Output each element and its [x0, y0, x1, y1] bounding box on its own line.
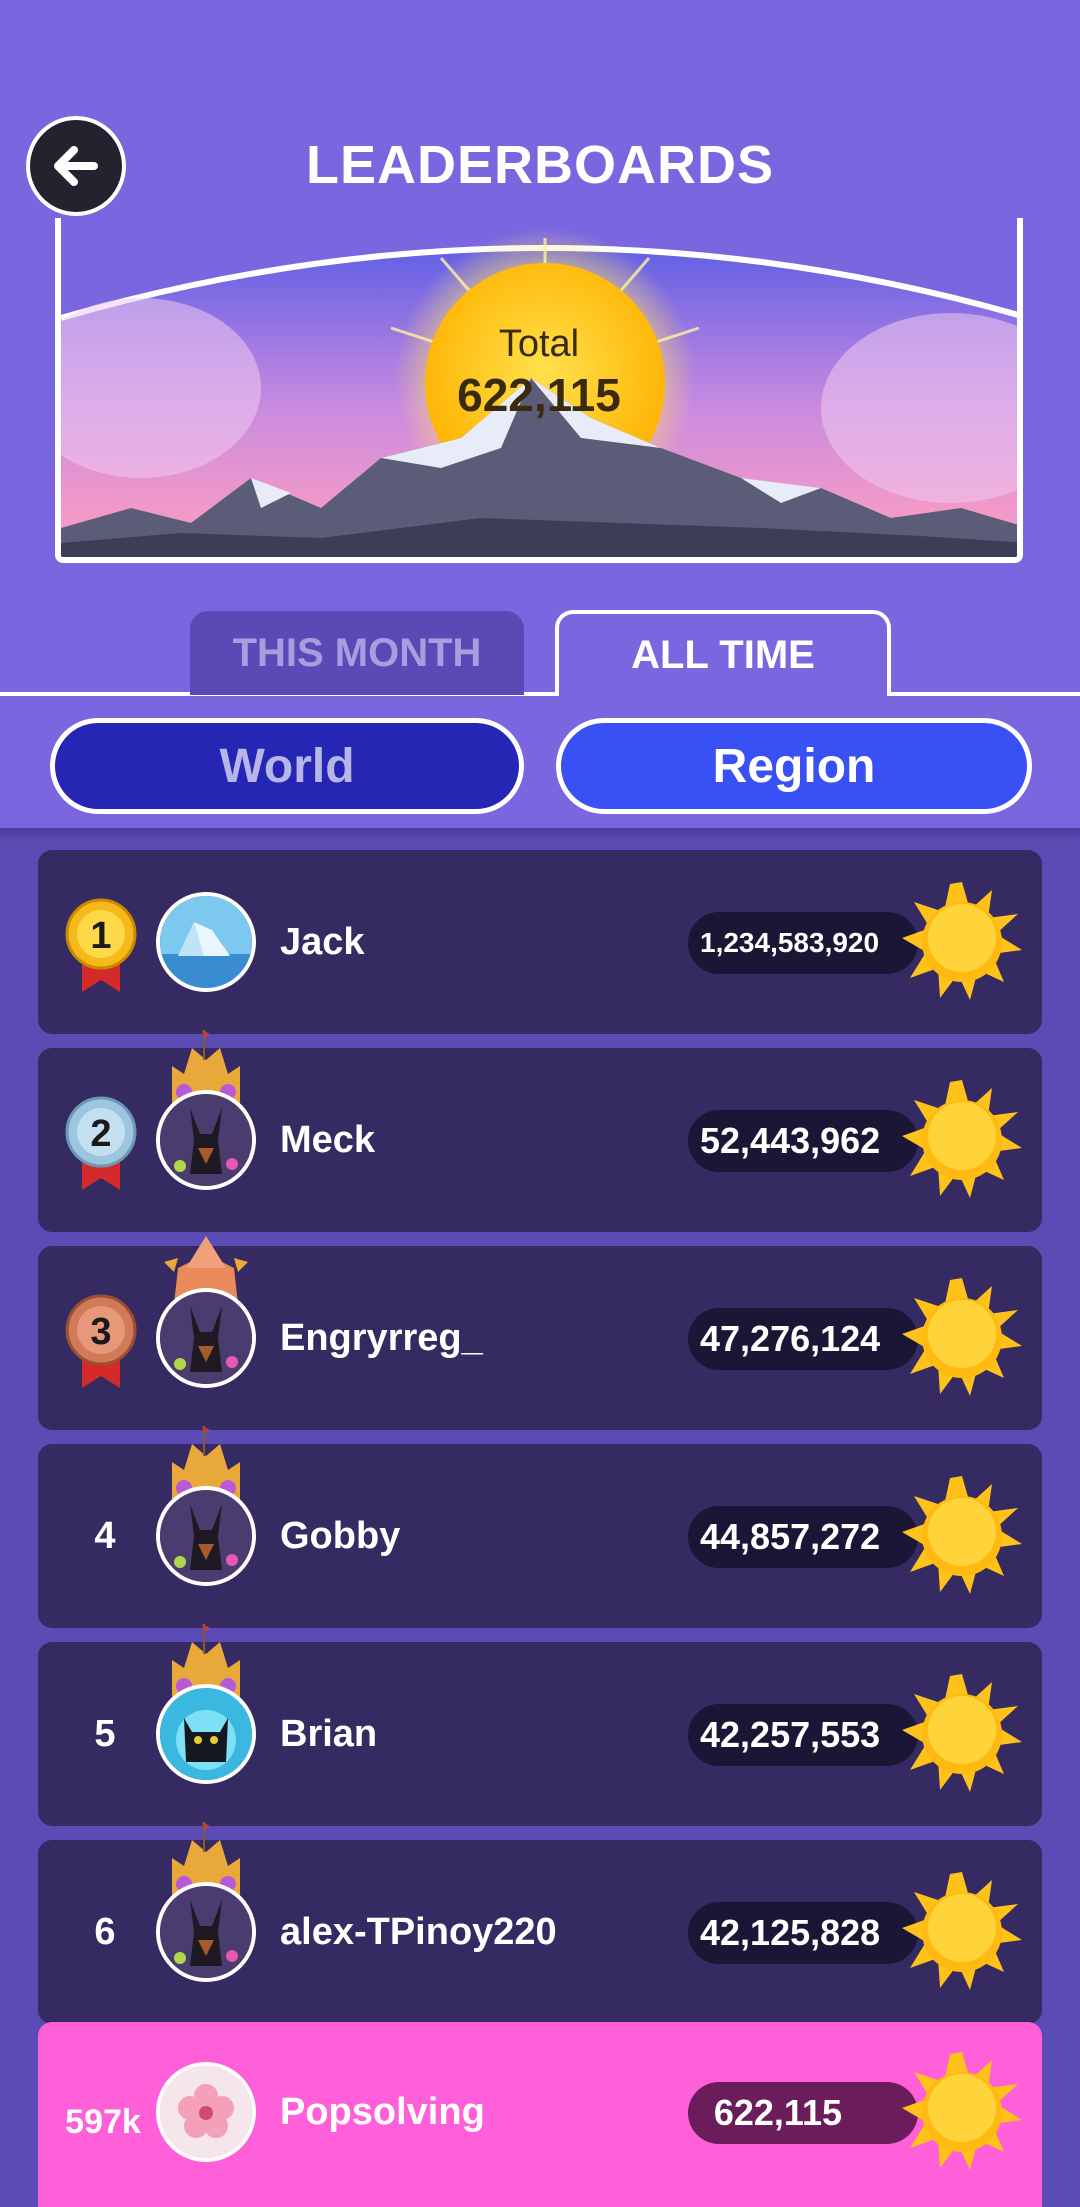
svg-text:1: 1: [90, 915, 111, 957]
player-score: 1,234,583,920: [688, 912, 918, 974]
current-user-row[interactable]: 597k Popsolving 622,115: [38, 2022, 1042, 2207]
player-name: Engryrreg_: [280, 1316, 483, 1359]
leaderboard-row[interactable]: 6 alex-TPinoy220 42,125,828: [38, 1822, 1042, 2024]
current-user-score: 622,115: [688, 2082, 918, 2144]
gold-medal-icon: 1: [65, 898, 137, 992]
sun-icon: [902, 882, 1022, 1000]
player-score: 47,276,124: [688, 1308, 918, 1370]
svg-text:3: 3: [90, 1311, 111, 1353]
tab-divider: [0, 692, 1080, 696]
player-score: 42,257,553: [688, 1704, 918, 1766]
player-score: 42,125,828: [688, 1902, 918, 1964]
player-name: Brian: [280, 1712, 378, 1755]
current-user-rank: 597k: [65, 2102, 141, 2141]
leaderboard-row[interactable]: 2 Meck 52,443,962: [38, 1030, 1042, 1232]
player-name: Jack: [280, 920, 365, 963]
tab-all-time[interactable]: ALL TIME: [555, 610, 891, 696]
leaderboard-row[interactable]: 3 Engryrreg_ 47,276,124: [38, 1236, 1042, 1430]
rank-number: 4: [94, 1514, 116, 1557]
sun-icon: [902, 1872, 1022, 1990]
player-score: 44,857,272: [688, 1506, 918, 1568]
leaderboard-row[interactable]: 4 Gobby 44,857,272: [38, 1426, 1042, 1628]
total-banner: Total 622,115: [55, 218, 1023, 563]
total-label: Total: [498, 323, 580, 365]
bronze-medal-icon: 3: [65, 1294, 137, 1388]
player-name: Gobby: [280, 1514, 401, 1557]
sun-icon: [902, 1476, 1022, 1594]
player-score: 52,443,962: [688, 1110, 918, 1172]
world-button[interactable]: World: [50, 718, 524, 814]
sun-icon: [902, 2052, 1022, 2170]
svg-text:2: 2: [90, 1113, 111, 1155]
rank-number: 6: [94, 1910, 116, 1953]
header-shadow: [0, 828, 1080, 842]
avatar-black-cat: [156, 1684, 256, 1784]
avatar-iceberg: [156, 892, 256, 992]
region-button[interactable]: Region: [556, 718, 1032, 814]
avatar-doberman: [156, 1090, 256, 1190]
active-tab-gap: [559, 692, 887, 696]
total-value: 622,115: [457, 369, 621, 421]
sun-icon: [902, 1080, 1022, 1198]
player-name: Meck: [280, 1118, 376, 1161]
rank-number: 5: [94, 1712, 116, 1755]
leaderboard-row[interactable]: 5 Brian 42,257,553: [38, 1624, 1042, 1826]
sun-icon: [902, 1674, 1022, 1792]
player-name: alex-TPinoy220: [280, 1910, 557, 1953]
tab-this-month[interactable]: THIS MONTH: [190, 611, 524, 695]
page-title: LEADERBOARDS: [305, 135, 775, 195]
sun-icon: [902, 1278, 1022, 1396]
avatar-cherry-blossom: [156, 2062, 256, 2162]
current-user-name: Popsolving: [280, 2090, 485, 2133]
avatar-doberman: [156, 1486, 256, 1586]
avatar-doberman: [156, 1288, 256, 1388]
silver-medal-icon: 2: [65, 1096, 137, 1190]
leaderboard-row[interactable]: 1 Jack 1,234,583,920: [38, 850, 1042, 1034]
avatar-doberman: [156, 1882, 256, 1982]
